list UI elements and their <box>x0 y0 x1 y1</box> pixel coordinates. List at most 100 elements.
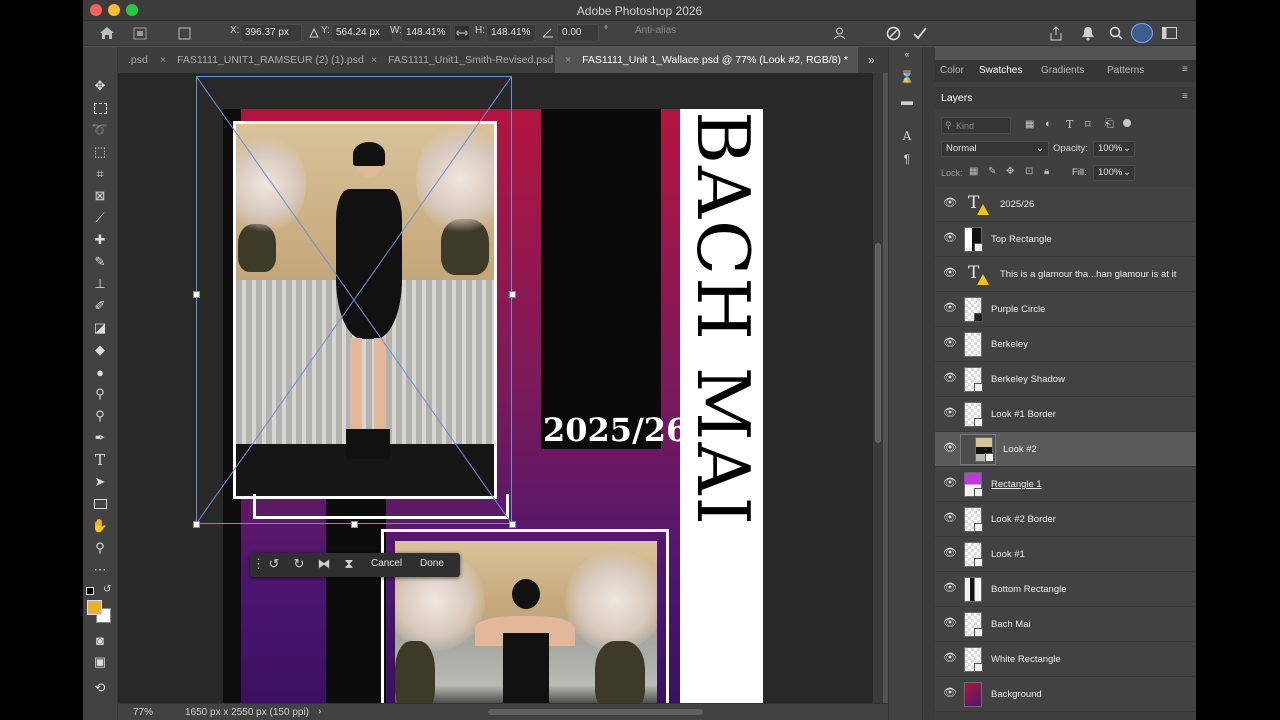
visibility-eye-icon[interactable]: 👁︎ <box>943 618 957 629</box>
more-tools-icon[interactable]: ⋯ <box>91 561 109 579</box>
layer-row[interactable]: 👁︎ Berkeley Shadow <box>935 362 1196 397</box>
layers-panel-title[interactable]: Layers <box>941 92 973 104</box>
layer-row[interactable]: 👁︎ T 2025/26 <box>935 187 1196 222</box>
drag-handle-icon[interactable]: ⋮ <box>252 556 265 573</box>
history-brush-icon[interactable]: ✐ <box>91 297 109 315</box>
crop-icon[interactable]: ⌗ <box>91 165 109 183</box>
doc-tab-2[interactable]: × FAS1111_UNIT1_RAMSEUR (2) (1).psd <box>150 47 374 73</box>
layer-row[interactable]: 👁︎ Bottom Rectangle <box>935 572 1196 607</box>
height-field[interactable]: 148.41% <box>486 24 536 42</box>
search-icon[interactable] <box>1109 26 1123 40</box>
bell-icon[interactable] <box>1081 26 1095 41</box>
discover-icon[interactable] <box>1131 23 1153 43</box>
scrollbar-thumb[interactable] <box>875 243 881 443</box>
foreground-color-swatch[interactable] <box>87 600 102 615</box>
history-icon[interactable]: ⌛ <box>899 70 915 86</box>
filter-shape-icon[interactable]: ⌑ <box>1085 118 1091 131</box>
filter-pixel-icon[interactable]: ▦ <box>1025 119 1034 130</box>
blend-mode-select[interactable]: Normal ⌄ <box>941 141 1049 157</box>
canvas-area[interactable]: BACH MAI 2025/26 ⋮ ↺ ↻ ⧓ ⧗ Cancel Done <box>118 73 876 703</box>
zoom-icon[interactable]: ⚲ <box>91 539 109 557</box>
status-menu-arrow[interactable]: › <box>318 706 321 717</box>
opacity-field[interactable]: 100% ⌄ <box>1093 141 1135 157</box>
rotate-left-icon[interactable]: ↺ <box>266 556 282 573</box>
cancel-transform-icon[interactable] <box>886 26 901 41</box>
lock-pixels-icon[interactable]: ✎ <box>988 166 996 177</box>
fill-field[interactable]: 100% ⌄ <box>1093 165 1135 181</box>
transform-mode-icon[interactable] <box>133 27 147 40</box>
lock-position-icon[interactable]: ✥ <box>1006 166 1014 177</box>
close-tab-icon[interactable]: × <box>160 54 166 66</box>
share-icon[interactable] <box>1049 26 1063 41</box>
doc-tab-3[interactable]: × FAS1111_Unit1_Smith-Revised.psd <box>361 47 563 73</box>
lock-all-icon[interactable]: 🔒︎ <box>1044 166 1049 177</box>
rotate-right-icon[interactable]: ↻ <box>291 556 307 573</box>
cancel-button[interactable]: Cancel <box>371 558 402 569</box>
commit-transform-icon[interactable] <box>912 26 928 41</box>
visibility-eye-icon[interactable]: 👁︎ <box>943 548 957 559</box>
swap-colors-icon[interactable]: ↺ <box>103 584 111 595</box>
pen-icon[interactable]: ✒ <box>91 429 109 447</box>
flip-horizontal-icon[interactable]: ⧓ <box>316 556 332 573</box>
move-icon[interactable]: ✥ <box>91 77 109 95</box>
marquee-icon[interactable] <box>91 99 109 117</box>
transform-handle-bottom[interactable] <box>351 521 358 528</box>
filter-type-icon[interactable]: T <box>1066 118 1073 131</box>
clone-stamp-icon[interactable]: ⊥ <box>91 275 109 293</box>
comments-icon[interactable]: ▬ <box>899 94 915 110</box>
filter-toggle-icon[interactable] <box>1123 119 1131 127</box>
visibility-eye-icon[interactable]: 👁︎ <box>943 198 957 209</box>
filter-kind-select[interactable]: ⚲ Kind <box>941 117 1011 134</box>
layer-row[interactable]: 👁︎ Bach Mai <box>935 607 1196 642</box>
visibility-eye-icon[interactable]: 👁︎ <box>943 373 957 384</box>
lock-transparency-icon[interactable]: ▦ <box>969 166 978 177</box>
visibility-eye-icon[interactable]: 👁︎ <box>943 233 957 244</box>
home-icon[interactable] <box>99 26 115 40</box>
layer-row-selected[interactable]: 👁︎ Look #2 <box>935 432 1196 467</box>
generative-icon[interactable]: ⟲ <box>91 679 109 697</box>
frame-icon[interactable]: ⊠ <box>91 187 109 205</box>
filter-adjustment-icon[interactable]: ◐ <box>1045 118 1052 130</box>
tabs-overflow-icon[interactable]: » <box>868 53 875 67</box>
transform-handle-bottom-right[interactable] <box>509 521 516 528</box>
collapse-arrows-icon[interactable]: « <box>899 49 915 65</box>
close-tab-icon[interactable]: × <box>565 54 571 66</box>
layer-row[interactable]: 👁︎ Look #2 Border <box>935 502 1196 537</box>
visibility-eye-icon[interactable]: 👁︎ <box>943 653 957 664</box>
object-select-icon[interactable]: ⬚ <box>91 143 109 161</box>
layer-row[interactable]: 👁︎ Look #1 Border <box>935 397 1196 432</box>
layer-row[interactable]: 👁︎ White Rectangle <box>935 642 1196 677</box>
reference-point-icon[interactable] <box>178 27 191 40</box>
path-select-icon[interactable]: ➤ <box>91 473 109 491</box>
visibility-eye-icon[interactable]: 👁︎ <box>943 303 957 314</box>
lasso-icon[interactable]: ➰ <box>91 121 109 139</box>
paragraph-icon[interactable]: ¶ <box>899 152 915 168</box>
visibility-eye-icon[interactable]: 👁︎ <box>943 688 957 699</box>
x-field[interactable]: 396.37 px <box>240 24 302 42</box>
sponge-icon[interactable]: ⚲ <box>91 407 109 425</box>
screen-mode-icon[interactable]: ▣ <box>91 653 109 671</box>
layer-row[interactable]: 👁︎ T This is a glamour tha...han glamour… <box>935 257 1196 292</box>
rectangle-icon[interactable] <box>91 495 109 513</box>
close-tab-icon[interactable]: × <box>371 54 377 66</box>
paint-bucket-icon[interactable]: ◆ <box>91 341 109 359</box>
horizontal-scrollbar[interactable] <box>488 709 703 715</box>
warp-icon[interactable] <box>832 26 847 41</box>
layer-row[interactable]: 👁︎ Purple Circle <box>935 292 1196 327</box>
y-field[interactable]: 564.24 px <box>331 24 393 42</box>
filter-smart-object-icon[interactable]: ⎗ <box>1105 118 1114 131</box>
blur-icon[interactable]: ● <box>91 363 109 381</box>
transform-handle-left[interactable] <box>193 291 200 298</box>
doc-tab-active[interactable]: × FAS1111_Unit 1_Wallace.psd @ 77% (Look… <box>555 47 858 73</box>
layer-row[interactable]: 👁︎ Rectangle 1 <box>935 467 1196 502</box>
quick-mask-icon[interactable]: ◙ <box>91 631 109 649</box>
transform-handle-right[interactable] <box>509 291 516 298</box>
eraser-icon[interactable]: ◪ <box>91 319 109 337</box>
layer-row[interactable]: 👁︎ Top Rectangle <box>935 222 1196 257</box>
visibility-eye-icon[interactable]: 👁︎ <box>943 443 957 454</box>
visibility-eye-icon[interactable]: 👁︎ <box>943 478 957 489</box>
visibility-eye-icon[interactable]: 👁︎ <box>943 583 957 594</box>
healing-icon[interactable]: ✚ <box>91 231 109 249</box>
visibility-eye-icon[interactable]: 👁︎ <box>943 338 957 349</box>
lock-artboard-icon[interactable]: ⊡ <box>1025 166 1033 177</box>
